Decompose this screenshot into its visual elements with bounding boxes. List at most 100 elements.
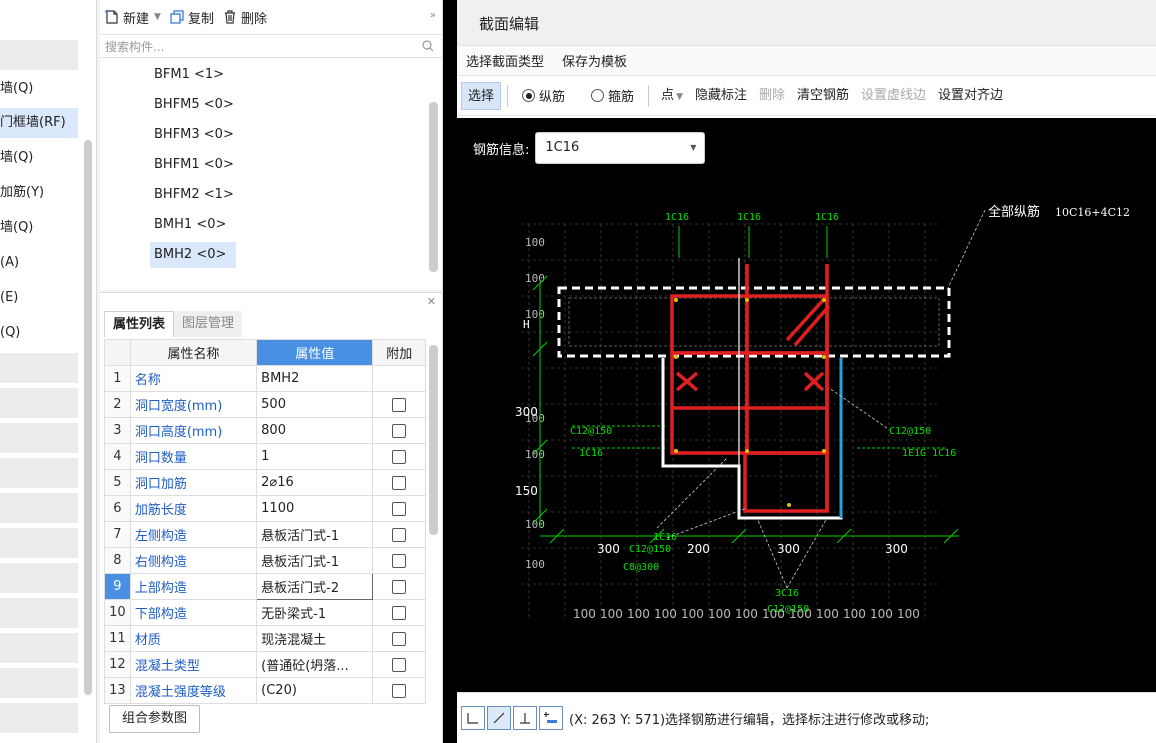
hide-label-button[interactable]: 隐藏标注 [689,82,753,110]
category-item[interactable]: (Q) [0,318,78,348]
property-value[interactable]: 1100 [256,495,374,522]
section-drawing[interactable]: 100 100 100 100 100 100 100 H 300 150 30… [457,118,1156,692]
table-row[interactable]: 1 名称 BMH2 [104,365,426,392]
menu-save-as-template[interactable]: 保存为模板 [562,51,627,70]
category-item-empty[interactable] [0,388,78,418]
table-row[interactable]: 9 上部构造 悬板活门式-2 [104,573,426,600]
property-value[interactable]: 500 [256,391,374,418]
list-item[interactable]: BMH1 <0> [100,212,442,242]
category-item[interactable]: 墙(Q) [0,143,78,173]
category-item-empty[interactable] [0,458,78,488]
category-item[interactable]: 加筋(Y) [0,178,78,208]
extra-checkbox[interactable] [392,579,407,594]
table-row[interactable]: 2 洞口宽度(mm) 500 [104,391,426,418]
extra-checkbox[interactable] [392,683,407,698]
extra-checkbox[interactable] [392,501,407,516]
line-mode-button[interactable] [487,706,511,730]
property-value[interactable]: (C20) [256,677,374,704]
set-dashed-edge-button[interactable]: 设置虚线边 [855,82,932,110]
table-row[interactable]: 8 右侧构造 悬板活门式-1 [104,547,426,574]
property-value[interactable]: 悬板活门式-1 [256,547,374,574]
point-dropdown[interactable]: 点 ▼ [655,82,689,110]
list-item-selected[interactable]: BMH2 <0> [100,242,442,272]
list-item[interactable]: BHFM3 <0> [100,122,442,152]
category-scrollbar[interactable] [84,140,92,695]
new-button[interactable]: 新建 ▼ [104,8,161,27]
extra-checkbox[interactable] [392,605,407,620]
extra-checkbox[interactable] [392,631,407,646]
select-button[interactable]: 选择 [461,81,502,110]
delete-rebar-button[interactable]: 删除 [753,82,791,110]
table-row[interactable]: 6 加筋长度 1100 [104,495,426,522]
radio-stirrup[interactable]: 箍筋 [583,86,642,105]
menu-select-section-type[interactable]: 选择截面类型 [466,51,544,70]
list-item[interactable]: BHFM2 <1> [100,182,442,212]
property-name: 右侧构造 [129,547,258,574]
property-value[interactable]: 现浇混凝土 [256,625,374,652]
extra-checkbox[interactable] [392,553,407,568]
extra-checkbox[interactable] [392,657,407,672]
close-icon[interactable]: ✕ [427,295,436,308]
orthogonal-mode-button[interactable] [461,706,485,730]
category-item-empty[interactable] [0,668,78,698]
property-value[interactable]: BMH2 [256,365,374,392]
category-item-empty[interactable] [0,423,78,453]
table-row[interactable]: 4 洞口数量 1 [104,443,426,470]
extra-checkbox[interactable] [392,397,407,412]
category-item-empty[interactable] [0,528,78,558]
property-scrollbar[interactable] [429,345,438,535]
category-item-empty[interactable] [0,633,78,663]
property-value[interactable]: (普通砼(坍落... [256,651,374,678]
category-header[interactable] [0,40,78,70]
table-row[interactable]: 7 左侧构造 悬板活门式-1 [104,521,426,548]
table-row[interactable]: 3 洞口高度(mm) 800 [104,417,426,444]
combo-parameter-button[interactable]: 组合参数图 [109,705,201,733]
grid-label: 100 [573,607,596,621]
list-item[interactable]: BFM1 <1> [100,62,442,92]
property-value[interactable]: 800 [256,417,374,444]
header-property-name: 属性名称 [129,339,258,366]
category-item-empty[interactable] [0,703,78,733]
clear-rebar-button[interactable]: 清空钢筋 [791,82,855,110]
table-row[interactable]: 12 混凝土类型 (普通砼(坍落... [104,651,426,678]
property-value[interactable]: 无卧梁式-1 [256,599,374,626]
category-item-empty[interactable] [0,353,78,383]
property-value[interactable]: 悬板活门式-1 [256,521,374,548]
extra-checkbox[interactable] [392,527,407,542]
category-item-empty[interactable] [0,598,78,628]
delete-button[interactable]: 删除 [222,8,267,27]
set-align-edge-button[interactable]: 设置对齐边 [932,82,1009,110]
property-value[interactable]: 悬板活门式-2 [256,573,374,600]
category-item-empty[interactable] [0,493,78,523]
tab-property-list[interactable]: 属性列表 [104,311,175,337]
category-item-selected[interactable]: 门框墙(RF) [0,108,78,138]
radio-longitudinal[interactable]: 纵筋 [514,86,573,105]
category-item[interactable]: (E) [0,283,78,313]
add-dimension-button[interactable] [539,706,563,730]
extra-checkbox[interactable] [392,423,407,438]
category-item[interactable]: (A) [0,248,78,278]
extra-checkbox-cell [372,495,426,522]
chevron-down-icon[interactable]: ▼ [154,12,161,22]
extra-checkbox[interactable] [392,449,407,464]
list-item[interactable]: BHFM1 <0> [100,152,442,182]
tab-layer-management[interactable]: 图层管理 [174,311,243,337]
extra-checkbox[interactable] [392,475,407,490]
copy-button[interactable]: 复制 [169,8,214,27]
table-row[interactable]: 5 洞口加筋 2⌀16 [104,469,426,496]
panel-expand-icon[interactable]: » [430,10,436,21]
search-input[interactable]: 搜索构件... [100,34,442,58]
table-row[interactable]: 13 混凝土强度等级 (C20) [104,677,426,704]
component-scrollbar[interactable] [429,102,438,272]
table-row[interactable]: 11 材质 现浇混凝土 [104,625,426,652]
section-canvas[interactable]: 钢筋信息: 1C16 ▼ 100 100 100 100 100 100 100 [457,118,1156,692]
property-value[interactable]: 1 [256,443,374,470]
perpendicular-mode-button[interactable] [513,706,537,730]
plus-dimension-icon [544,712,557,723]
category-item[interactable]: 墙(Q) [0,74,78,104]
list-item[interactable]: BHFM5 <0> [100,92,442,122]
property-value[interactable]: 2⌀16 [256,469,374,496]
category-item-empty[interactable] [0,563,78,593]
category-item[interactable]: 墙(Q) [0,213,78,243]
table-row[interactable]: 10 下部构造 无卧梁式-1 [104,599,426,626]
